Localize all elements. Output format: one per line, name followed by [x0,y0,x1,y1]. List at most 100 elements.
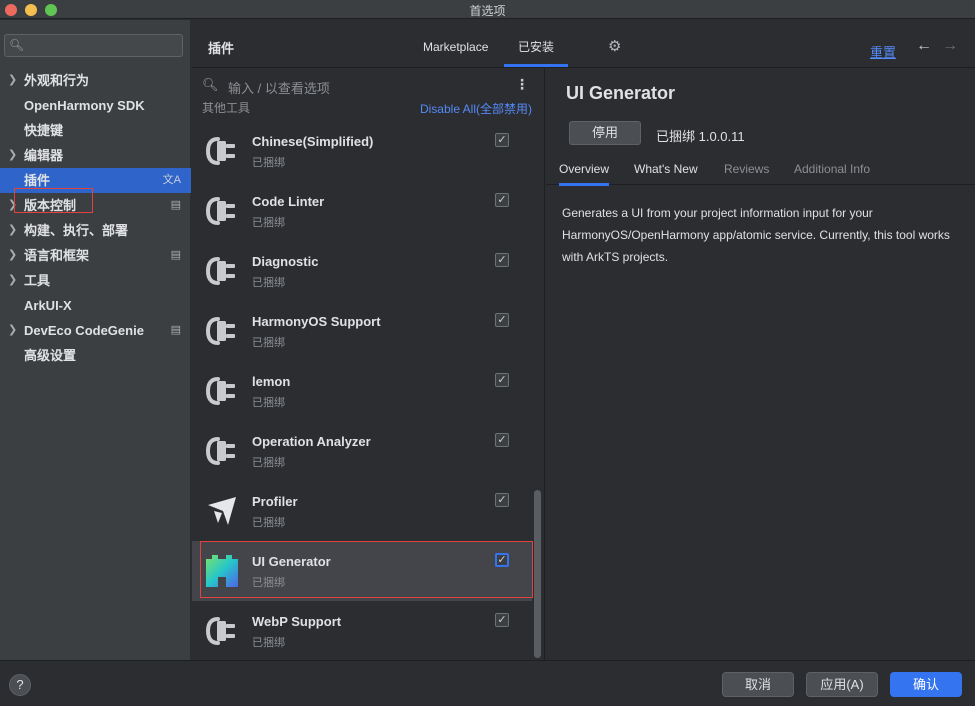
plugin-status: 已捆绑 [252,277,285,289]
plugin-enabled-checkbox[interactable]: ✓ [495,613,509,627]
plugins-header: 插件 Marketplace 已安装 ⚙ 重置 ← → [192,20,975,67]
tab-reviews[interactable]: Reviews [724,162,769,176]
plugin-status: 已捆绑 [252,637,285,649]
tab-installed[interactable]: 已安装 [504,32,568,67]
plugin-enabled-checkbox[interactable]: ✓ [495,553,509,567]
sidebar-item-openharmony-sdk[interactable]: OpenHarmony SDK [0,93,191,118]
chevron-right-icon[interactable]: ❯ [8,193,17,218]
plugin-status: 已捆绑 [252,217,285,229]
disable-all-link[interactable]: Disable All(全部禁用) [420,102,532,117]
plugin-enabled-checkbox[interactable]: ✓ [495,373,509,387]
plugin-search-input[interactable]: 🔍︎ 输入 / 以查看选项 ⋮ [192,68,544,102]
sidebar-item-appearance[interactable]: ❯ 外观和行为 [0,68,191,93]
sidebar-item-version-control[interactable]: ❯ 版本控制 ▤ [0,193,191,218]
plugin-row[interactable]: HarmonyOS Support 已捆绑 ✓ [192,301,532,361]
plugin-status: 已捆绑 [252,517,285,529]
forward-arrow-icon[interactable]: → [942,37,958,55]
plug-icon [204,253,240,289]
plugin-enabled-checkbox[interactable]: ✓ [495,433,509,447]
plugin-list: Chinese(Simplified) 已捆绑 ✓ Code Linter 已捆绑 ✓ Di… [192,121,533,660]
plugin-row[interactable]: Chinese(Simplified) 已捆绑 ✓ [192,121,532,181]
window-title: 首选项 [469,4,506,18]
plugin-row[interactable]: UI Generator 已捆绑 ✓ [192,541,533,601]
plugin-name: Chinese(Simplified) [252,134,374,149]
sidebar-item-label: OpenHarmony SDK [24,98,145,113]
search-icon: 🔍︎ [9,38,25,52]
detail-tabs: Overview What's New Reviews Additional I… [546,154,975,186]
plugin-row[interactable]: Diagnostic 已捆绑 ✓ [192,241,532,301]
ui-generator-icon [204,553,240,589]
search-icon: 🔍︎ [202,77,219,92]
chevron-right-icon[interactable]: ❯ [8,243,17,268]
plugin-row[interactable]: Operation Analyzer 已捆绑 ✓ [192,421,532,481]
project-scope-icon: ▤ [170,324,181,336]
sidebar-item-label: DevEco CodeGenie [24,323,144,338]
more-options-icon[interactable]: ⋮ [515,76,529,93]
gear-icon[interactable]: ⚙ [608,37,621,55]
tab-marketplace[interactable]: Marketplace [423,40,488,54]
page-title: 插件 [208,41,235,56]
plugin-name: UI Generator [252,554,331,569]
plugin-name: lemon [252,374,291,389]
sidebar-item-label: 外观和行为 [24,73,90,88]
chevron-right-icon[interactable]: ❯ [8,318,17,343]
sidebar-item-editor[interactable]: ❯ 编辑器 [0,143,191,168]
plug-icon [204,613,240,649]
plugin-name: Profiler [252,494,298,509]
tab-whats-new[interactable]: What's New [634,162,698,176]
sidebar-item-build-execution-deployment[interactable]: ❯ 构建、执行、部署 [0,218,191,243]
chevron-right-icon[interactable]: ❯ [8,218,17,243]
plugin-status: 已捆绑 [252,157,285,169]
plugin-row[interactable]: lemon 已捆绑 ✓ [192,361,532,421]
plug-icon [204,133,240,169]
group-name: 其他工具 [202,102,251,115]
cancel-button[interactable]: 取消 [722,672,794,697]
plugin-row[interactable]: Profiler 已捆绑 ✓ [192,481,532,541]
sidebar-item-keymap[interactable]: 快捷键 [0,118,191,143]
disable-plugin-button[interactable]: 停用 [569,121,641,145]
plugin-detail-panel: UI Generator 停用 已捆绑 1.0.0.11 Overview Wh… [546,67,975,660]
dialog-footer: ? 取消 应用(A) 确认 [0,660,975,706]
sidebar-item-label: 构建、执行、部署 [24,223,129,238]
sidebar-item-plugins[interactable]: 插件 文A [0,168,191,193]
project-scope-icon: ▤ [170,199,181,211]
sidebar-item-label: 高级设置 [24,348,77,363]
plugin-version: 已捆绑 1.0.0.11 [656,129,745,144]
help-button[interactable]: ? [9,674,31,696]
apply-button[interactable]: 应用(A) [806,672,878,697]
title-bar: 首选项 [0,0,975,19]
scrollbar[interactable] [534,490,541,658]
plugin-status: 已捆绑 [252,457,285,469]
plugin-row[interactable]: Code Linter 已捆绑 ✓ [192,181,532,241]
sidebar-item-deveco-codegenie[interactable]: ❯ DevEco CodeGenie ▤ [0,318,191,343]
sidebar-item-arkui-x[interactable]: ArkUI-X [0,293,191,318]
profiler-icon [204,493,240,529]
plugin-enabled-checkbox[interactable]: ✓ [495,253,509,267]
highlight-outline [200,541,533,598]
sidebar-search-input[interactable]: 🔍︎ [4,34,183,57]
tab-overview[interactable]: Overview [559,162,610,186]
plugin-row[interactable]: WebP Support 已捆绑 ✓ [192,601,532,660]
plug-icon [204,433,240,469]
translate-icon: 文A [162,174,181,186]
plugin-enabled-checkbox[interactable]: ✓ [495,193,509,207]
project-scope-icon: ▤ [170,249,181,261]
sidebar-item-tools[interactable]: ❯ 工具 [0,268,191,293]
chevron-right-icon[interactable]: ❯ [8,68,17,93]
sidebar-item-advanced-settings[interactable]: 高级设置 [0,343,191,368]
plugin-enabled-checkbox[interactable]: ✓ [495,313,509,327]
plugin-enabled-checkbox[interactable]: ✓ [495,133,509,147]
chevron-right-icon[interactable]: ❯ [8,268,17,293]
settings-sidebar: 🔍︎ ❯ 外观和行为 OpenHarmony SDK 快捷键 ❯ 编辑器 插件 … [0,20,191,660]
back-arrow-icon[interactable]: ← [916,37,932,55]
plug-icon [204,313,240,349]
plugin-name: Code Linter [252,194,325,209]
group-header: 其他工具 Disable All(全部禁用) [192,102,532,118]
tab-additional-info[interactable]: Additional Info [794,162,870,176]
reset-link[interactable]: 重置 [870,42,896,61]
plugin-enabled-checkbox[interactable]: ✓ [495,493,509,507]
ok-button[interactable]: 确认 [890,672,962,697]
chevron-right-icon[interactable]: ❯ [8,143,17,168]
sidebar-item-languages-frameworks[interactable]: ❯ 语言和框架 ▤ [0,243,191,268]
plugin-status: 已捆绑 [252,397,285,409]
